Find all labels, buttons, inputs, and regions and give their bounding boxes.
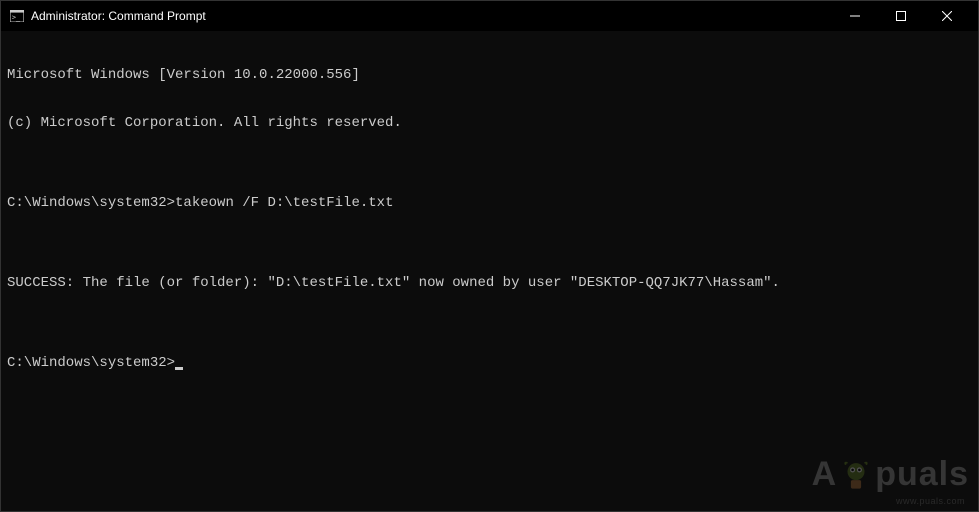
terminal-output[interactable]: Microsoft Windows [Version 10.0.22000.55… [1, 31, 978, 511]
terminal-command-line: C:\Windows\system32>takeown /F D:\testFi… [7, 195, 972, 211]
svg-text:>_: >_ [12, 13, 21, 21]
cmd-icon: >_ [9, 8, 25, 24]
command-text: takeown /F D:\testFile.txt [175, 195, 393, 211]
terminal-output-line: SUCCESS: The file (or folder): "D:\testF… [7, 275, 972, 291]
terminal-prompt-line: C:\Windows\system32> [7, 355, 972, 371]
terminal-line: Microsoft Windows [Version 10.0.22000.55… [7, 67, 972, 83]
terminal-line: (c) Microsoft Corporation. All rights re… [7, 115, 972, 131]
minimize-button[interactable] [832, 1, 878, 31]
command-prompt-window: >_ Administrator: Command Prompt Microso… [0, 0, 979, 512]
window-controls [832, 1, 970, 31]
titlebar[interactable]: >_ Administrator: Command Prompt [1, 1, 978, 31]
close-button[interactable] [924, 1, 970, 31]
cursor [175, 367, 183, 370]
prompt: C:\Windows\system32> [7, 355, 175, 371]
maximize-button[interactable] [878, 1, 924, 31]
window-title: Administrator: Command Prompt [31, 9, 832, 23]
prompt: C:\Windows\system32> [7, 195, 175, 211]
